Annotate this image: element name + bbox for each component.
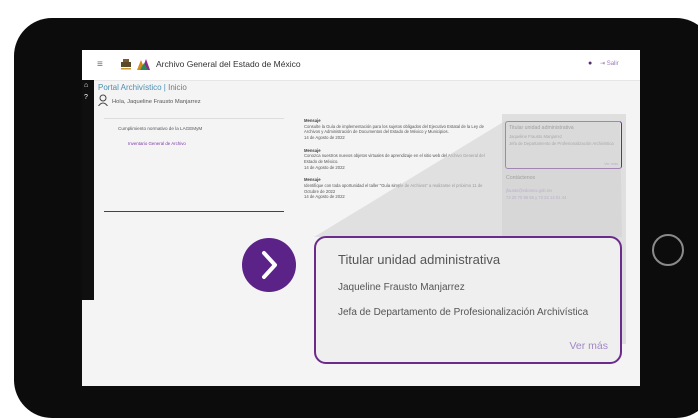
- titular-role-small: Jefa de Departamento de Profesionalizaci…: [509, 141, 614, 146]
- inventory-link[interactable]: Inventario General de Archivo: [128, 141, 186, 146]
- contacts-title: Contáctenos: [506, 175, 536, 181]
- contact-phone: 72 20 70 96 55 y 72 22 14 01 44: [506, 195, 567, 200]
- help-icon[interactable]: ?: [84, 94, 88, 101]
- titular-title-small: Titular unidad administrativa: [509, 125, 574, 131]
- titular-name: Jaqueline Frausto Manjarrez: [338, 282, 465, 293]
- tablet-home-button[interactable]: [652, 234, 684, 266]
- breadcrumb[interactable]: Inicio: [168, 83, 187, 92]
- message-item: Mensaje Consulte la Guía de implementaci…: [304, 118, 492, 141]
- top-bar: ≡ Archivo General del Estado de México ●…: [82, 50, 640, 81]
- titular-name-small: Jaqueline Frausto Manjarrez: [509, 134, 563, 139]
- message-item: Mensaje Identifique con toda oportunidad…: [304, 177, 492, 200]
- contact-email[interactable]: jfausto@edomex.gob.mx: [506, 188, 552, 193]
- message-date: 14 de Agosto de 2022: [304, 164, 345, 170]
- logout-label[interactable]: Salir: [607, 61, 619, 67]
- message-item: Mensaje Conozca nuestros nuevos objetos …: [304, 148, 492, 171]
- chevron-right-icon: [262, 251, 277, 279]
- archive-logo: [137, 59, 150, 70]
- message-text: Identifique con toda oportunidad el tall…: [304, 183, 483, 194]
- app-title: Archivo General del Estado de México: [156, 59, 301, 69]
- message-text: Conozca nuestros nuevos objetos virtuale…: [304, 153, 485, 165]
- home-icon[interactable]: ⌂: [84, 82, 88, 89]
- see-more-link-small[interactable]: Ver más: [604, 162, 618, 166]
- logout-link[interactable]: ⇥ Salir: [600, 60, 619, 67]
- app-screen: ≡ Archivo General del Estado de México ●…: [82, 50, 640, 386]
- page-title: Portal Archivístico | Inicio: [98, 83, 187, 92]
- user-icon[interactable]: ●: [588, 60, 592, 67]
- see-more-link[interactable]: Ver más: [569, 340, 608, 352]
- compliance-title: Cumplimiento normativo de la LAGEMyM: [118, 126, 203, 131]
- greeting-text: Hola, Jaqueline Frausto Manjarrez: [112, 99, 201, 105]
- government-logo: [121, 59, 131, 70]
- titular-title: Titular unidad administrativa: [338, 252, 501, 267]
- message-date: 14 de Agosto de 2022: [304, 135, 345, 141]
- message-text: Consulte la Guía de implementación para …: [304, 123, 484, 135]
- titular-role: Jefa de Departamento de Profesionalizaci…: [338, 307, 589, 318]
- portal-title: Portal Archivístico: [98, 83, 162, 92]
- message-date: 14 de Agosto de 2022: [304, 194, 345, 200]
- left-icon-bar: ⌂ ?: [82, 80, 94, 300]
- next-button[interactable]: [242, 238, 296, 292]
- titular-card-small: Titular unidad administrativa Jaqueline …: [505, 121, 622, 169]
- avatar: [98, 94, 108, 106]
- compliance-panel: Cumplimiento normativo de la LAGEMyM Inv…: [104, 118, 284, 212]
- messages-list: Mensaje Consulte la Guía de implementaci…: [304, 118, 492, 207]
- menu-icon[interactable]: ≡: [97, 59, 103, 70]
- titular-card-zoomed: Titular unidad administrativa Jaqueline …: [314, 236, 622, 364]
